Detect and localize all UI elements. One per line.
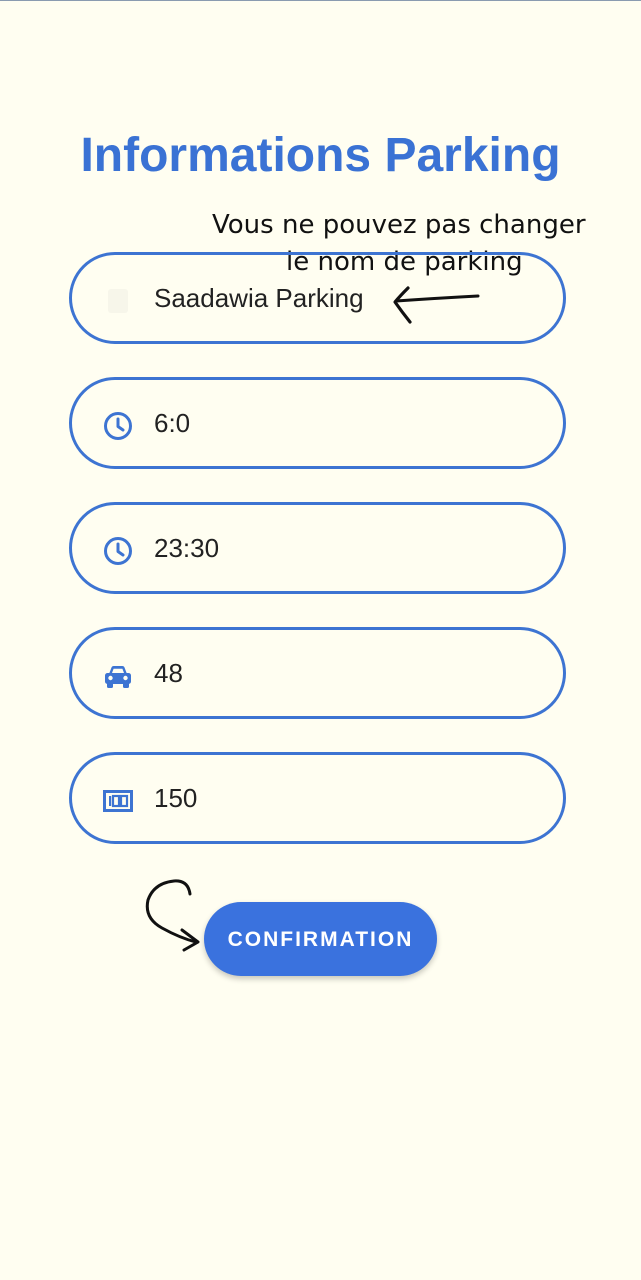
- page-title: Informations Parking: [80, 129, 561, 182]
- confirmation-button[interactable]: CONFIRMATION: [204, 902, 437, 976]
- closing-time-field[interactable]: 23:30: [69, 502, 566, 594]
- opening-time-value: 6:0: [154, 408, 191, 438]
- annotation-arrow-icon: [393, 286, 480, 324]
- annotation-text-line1: Vous ne pouvez pas changer: [212, 210, 586, 240]
- closing-time-value: 23:30: [154, 533, 220, 563]
- places-count-field[interactable]: 48: [69, 627, 566, 719]
- parking-name-field[interactable]: Saadawia Parking: [69, 252, 566, 344]
- clock-icon: [103, 411, 133, 441]
- price-field[interactable]: 150: [69, 752, 566, 844]
- clock-icon: [103, 536, 133, 566]
- parking-name-value: Saadawia Parking: [154, 283, 364, 313]
- places-count-value: 48: [154, 658, 183, 688]
- curved-arrow-icon: [145, 879, 200, 952]
- opening-time-field[interactable]: 6:0: [69, 377, 566, 469]
- top-divider: [0, 0, 641, 1]
- price-value: 150: [154, 783, 198, 813]
- parking-icon: [103, 286, 133, 316]
- car-icon: [103, 661, 133, 691]
- price-tag-icon: [103, 786, 133, 816]
